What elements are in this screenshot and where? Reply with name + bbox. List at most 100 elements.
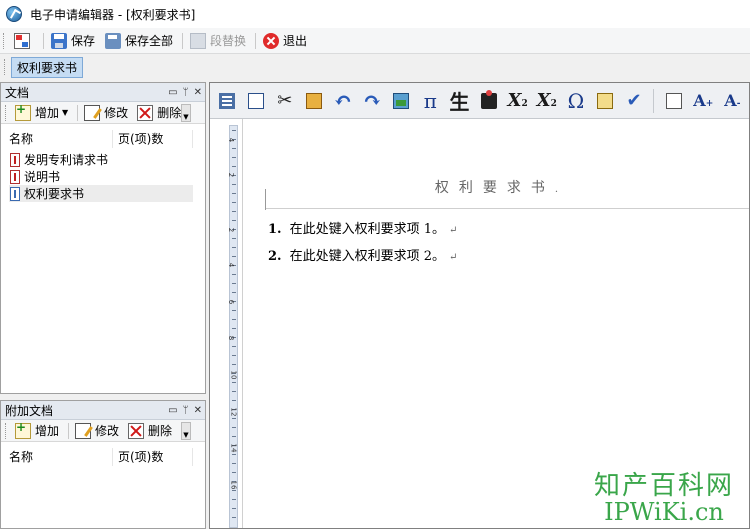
claim-text: 在此处键入权利要求项 1。 <box>289 222 445 237</box>
format-painter-button[interactable] <box>476 88 501 114</box>
documents-list: 发明专利请求书 说明书 权利要求书 <box>1 151 205 202</box>
claim-number: 1. <box>268 222 282 237</box>
column-header-name[interactable]: 名称 <box>9 130 113 148</box>
pin-icon[interactable]: ᛘ <box>183 405 189 416</box>
claim-item[interactable]: 2. 在此处键入权利要求项 2。 ↵ <box>268 245 457 264</box>
special-symbol-button[interactable]: Ω <box>563 88 588 114</box>
document-tab-strip: 权利要求书 <box>0 54 750 80</box>
column-header-pages[interactable]: 页(项)数 <box>113 448 193 466</box>
layout-button[interactable] <box>10 30 38 52</box>
ruler-strip: 4 2 2 4 6 8 10 12 14 16 <box>227 125 238 528</box>
image-icon <box>393 92 410 109</box>
ruler-tick <box>232 472 236 473</box>
superscript-button[interactable]: X2 <box>505 88 530 114</box>
insert-field-button[interactable] <box>592 88 617 114</box>
documents-panel: 文档 ▭ ᛘ ✕ 增加 ▼ 修改 删除 ▼ 名称 页(项)数 发明专利请求书 <box>0 82 206 394</box>
replace-button[interactable]: 段替换 <box>186 30 250 52</box>
undo-button[interactable]: ↶ <box>330 88 355 114</box>
add-label: 增加 <box>35 424 60 438</box>
ruler-tick <box>232 499 236 500</box>
ruler-label: 10 <box>229 370 238 380</box>
list-item-label: 说明书 <box>24 170 61 184</box>
ruler-tick <box>232 382 236 383</box>
ruler-tick <box>232 220 236 221</box>
ruler-tick <box>232 256 236 257</box>
list-item[interactable]: 说明书 <box>9 168 193 185</box>
ruler-tick <box>232 292 236 293</box>
edit-attachment-button[interactable]: 修改 <box>72 421 122 441</box>
replace-label: 段替换 <box>210 34 247 48</box>
close-icon[interactable]: ✕ <box>194 405 202 416</box>
ruler-label: 2 <box>227 172 236 178</box>
ruler-label: 12 <box>229 407 238 417</box>
attachments-toolbar: 增加 修改 删除 ▼ <box>1 420 205 442</box>
exit-button[interactable]: 退出 <box>259 30 311 52</box>
menu-button[interactable] <box>214 88 239 114</box>
document-page[interactable]: 权利要求书. 1. 在此处键入权利要求项 1。 ↵ 2. 在此处键入权利要求项 … <box>244 119 749 528</box>
decrease-font-button[interactable]: A- <box>720 88 745 114</box>
spell-check-button[interactable]: ✔ <box>622 88 647 114</box>
ruler-label: 8 <box>227 335 236 341</box>
toolbar-overflow-button[interactable]: ▼ <box>181 422 191 440</box>
menu-icon <box>218 92 235 109</box>
delete-document-button[interactable]: 删除 <box>134 103 184 123</box>
rare-character-icon: 生 <box>449 90 470 114</box>
paste-button[interactable] <box>301 88 326 114</box>
insert-image-button[interactable] <box>389 88 414 114</box>
ruler-tick <box>232 364 236 365</box>
claim-item[interactable]: 1. 在此处键入权利要求项 1。 ↵ <box>268 218 457 237</box>
ruler-tick <box>232 247 236 248</box>
list-item[interactable]: 发明专利请求书 <box>9 151 193 168</box>
attachments-panel: 附加文档 ▭ ᛘ ✕ 增加 修改 删除 ▼ 名称 页(项)数 <box>0 400 206 529</box>
toolbar-overflow-button[interactable]: ▼ <box>181 104 191 122</box>
page-setup-button[interactable] <box>662 88 687 114</box>
toolbar-grip[interactable] <box>5 104 8 121</box>
list-item[interactable]: 权利要求书 <box>9 185 193 202</box>
toolbar-grip[interactable] <box>3 32 6 49</box>
add-document-button[interactable]: 增加 ▼ <box>12 102 71 123</box>
tab-claims[interactable]: 权利要求书 <box>11 56 84 78</box>
chevron-down-icon[interactable]: ▼ <box>62 108 68 117</box>
insert-formula-button[interactable]: π <box>418 88 443 114</box>
vertical-ruler: 4 2 2 4 6 8 10 12 14 16 <box>225 119 243 528</box>
panel-menu-icon[interactable]: ▭ <box>168 87 177 98</box>
copy-button[interactable] <box>243 88 268 114</box>
increase-font-button[interactable]: A+ <box>691 88 716 114</box>
panel-controls: ▭ ᛘ ✕ <box>168 87 205 98</box>
close-icon[interactable]: ✕ <box>194 87 202 98</box>
panel-menu-icon[interactable]: ▭ <box>168 405 177 416</box>
rare-character-button[interactable]: 生 <box>447 88 472 114</box>
pin-icon[interactable]: ᛘ <box>183 87 189 98</box>
documents-panel-title: 文档 <box>5 85 30 100</box>
save-all-button[interactable]: 保存全部 <box>101 30 177 52</box>
add-icon <box>15 102 31 121</box>
toolbar-grip[interactable] <box>5 422 8 439</box>
attachments-panel-title: 附加文档 <box>5 403 54 418</box>
subscript-base: X <box>536 90 551 111</box>
superscript-exponent: 2 <box>521 99 528 109</box>
save-button[interactable]: 保存 <box>47 30 99 52</box>
superscript-base: X <box>507 90 522 111</box>
column-header-name[interactable]: 名称 <box>9 448 113 466</box>
ruler-label: 14 <box>229 443 238 453</box>
tabstrip-grip[interactable] <box>4 59 7 75</box>
layout-icon <box>14 32 30 49</box>
add-attachment-button[interactable]: 增加 <box>12 420 62 441</box>
ruler-tick <box>232 211 236 212</box>
claim-number: 2. <box>268 249 282 264</box>
redo-button[interactable]: ↷ <box>360 88 385 114</box>
column-header-pages[interactable]: 页(项)数 <box>113 130 193 148</box>
delete-label: 删除 <box>148 424 173 438</box>
paragraph-mark: . <box>554 184 559 195</box>
subscript-button[interactable]: X2 <box>534 88 559 114</box>
exit-icon <box>263 32 280 49</box>
add-label: 增加 <box>35 106 60 120</box>
watermark-line-2: IPWiKi.cn <box>604 497 724 526</box>
ruler-label: 2 <box>227 227 236 233</box>
edit-document-button[interactable]: 修改 <box>81 103 131 123</box>
delete-attachment-button[interactable]: 删除 <box>125 421 175 441</box>
decrease-font-icon: A- <box>724 91 740 110</box>
ruler-label: 4 <box>227 137 236 143</box>
cut-button[interactable]: ✂ <box>272 88 297 114</box>
save-icon <box>51 32 67 49</box>
